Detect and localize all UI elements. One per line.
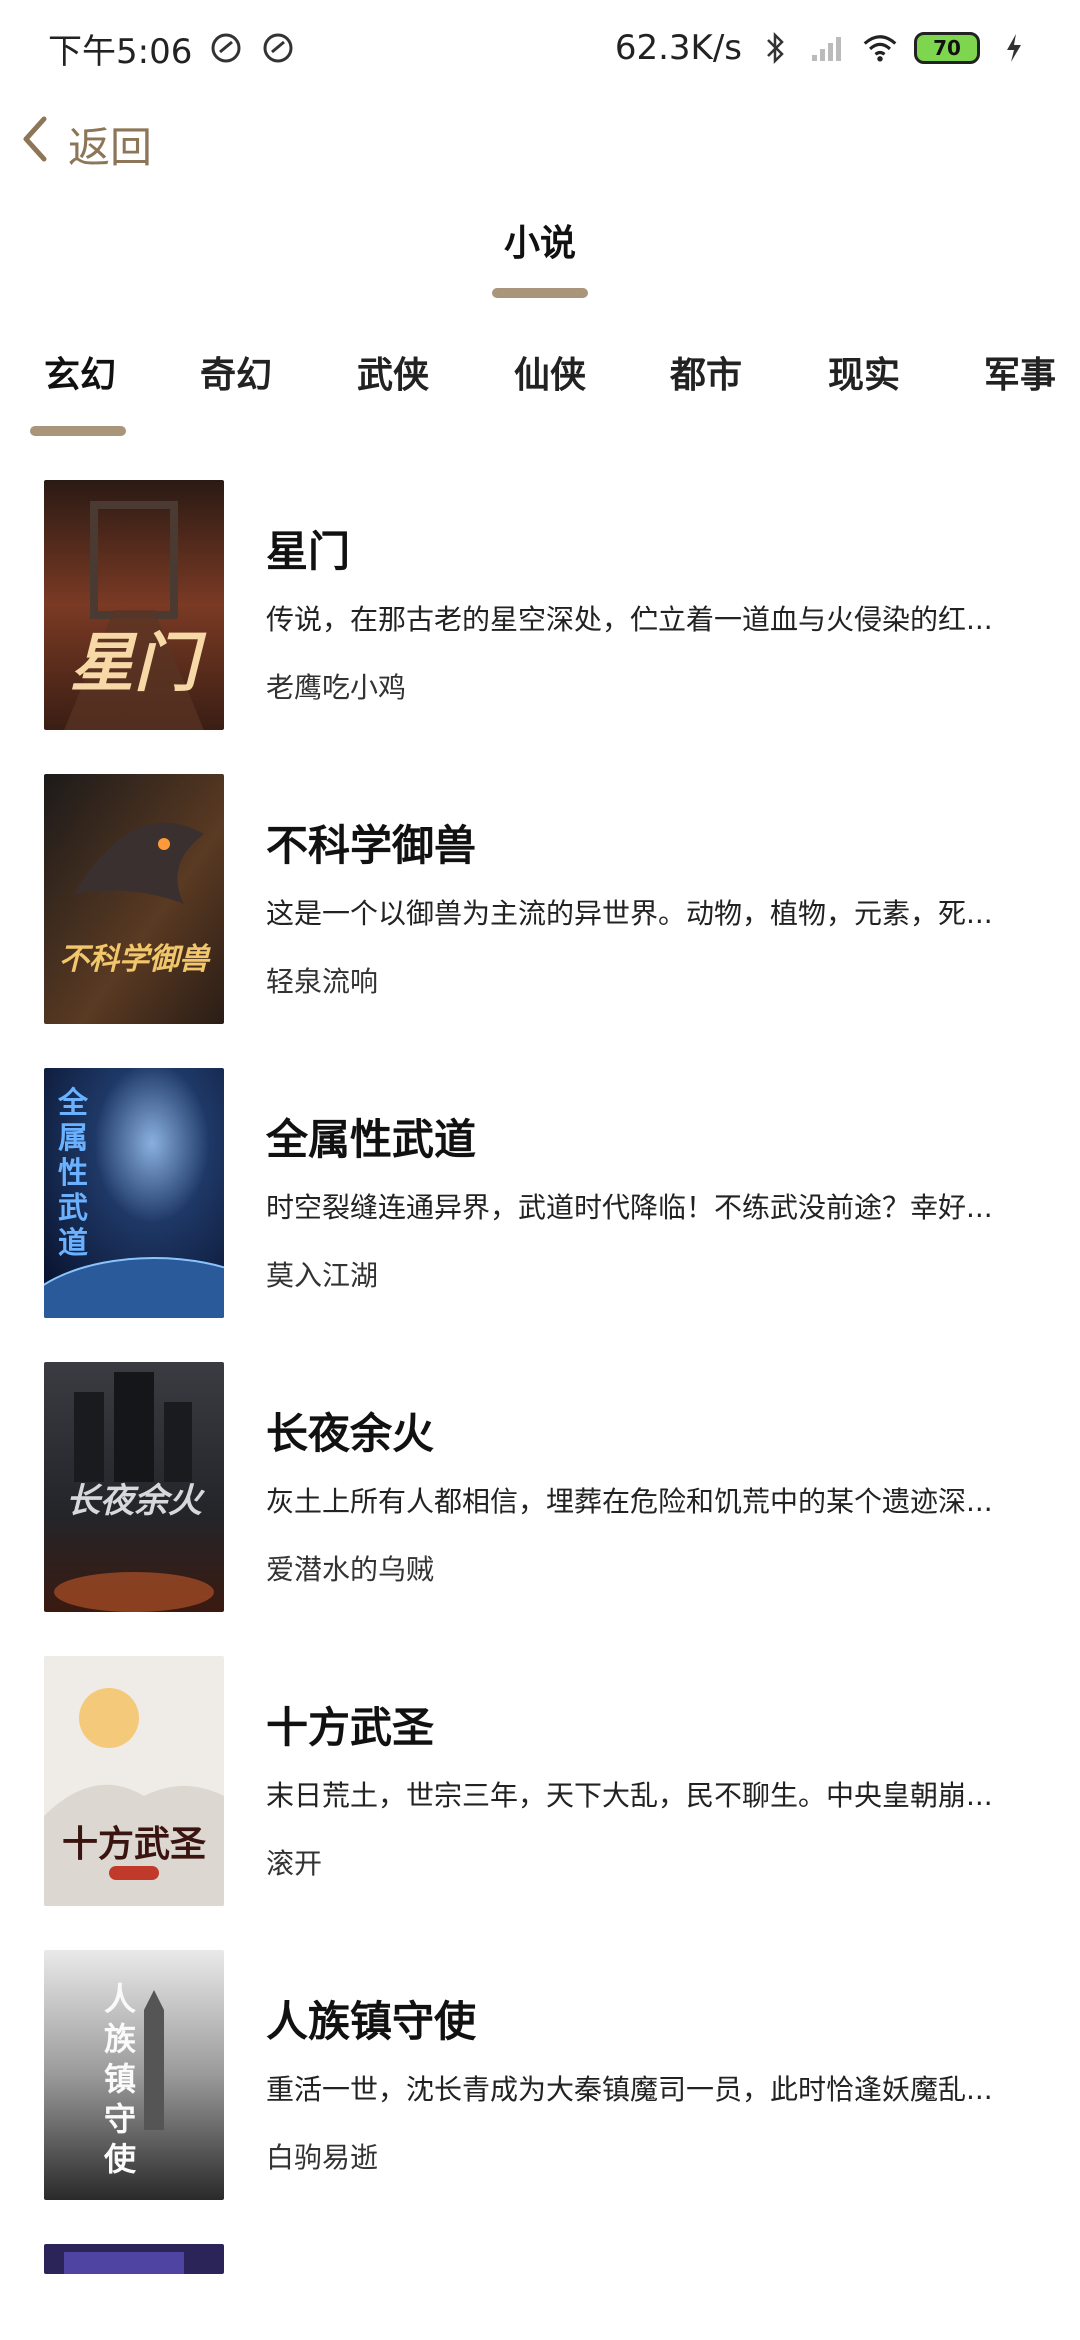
main-tab-label: 小说 xyxy=(503,223,576,264)
svg-text:长夜余火: 长夜余火 xyxy=(66,1481,206,1521)
network-speed: 62.3K/s xyxy=(614,28,742,68)
book-title: 全属性武道 xyxy=(266,1115,477,1164)
status-time: 下午5:06 xyxy=(48,31,193,72)
main-tab-indicator xyxy=(492,288,588,298)
tab-dushi[interactable]: 都市 xyxy=(670,346,742,398)
tab-wuxia[interactable]: 武侠 xyxy=(357,346,429,398)
tab-junshi[interactable]: 军事 xyxy=(984,346,1056,398)
list-item[interactable]: 不科学御兽 不科学御兽 这是一个以御兽为主流的异世界。动物，植物，元素，死...… xyxy=(0,764,1080,1024)
book-description: 灰土上所有人都相信，埋葬在危险和饥荒中的某个遗迹深... xyxy=(266,1485,993,1518)
charging-icon xyxy=(996,30,1032,66)
svg-text:道: 道 xyxy=(58,1226,88,1261)
list-item[interactable]: 星门 星门 传说，在那古老的星空深处，伫立着一道血与火侵染的红... 老鹰吃小鸡 xyxy=(0,470,1080,730)
main-tab[interactable]: 小说 xyxy=(0,200,1080,310)
signal-icon xyxy=(810,30,846,66)
back-button[interactable]: 返回 xyxy=(14,102,152,186)
header: 返回 xyxy=(0,96,1080,192)
book-author: 老鹰吃小鸡 xyxy=(266,671,407,704)
book-title: 人族镇守使 xyxy=(266,1997,477,2046)
book-author: 滚开 xyxy=(266,1847,323,1880)
book-cover: 全 属 性 武 道 xyxy=(44,1068,224,1318)
book-author: 爱潜水的乌贼 xyxy=(266,1553,435,1586)
book-title: 十方武圣 xyxy=(266,1703,435,1752)
svg-text:人: 人 xyxy=(104,1980,136,2018)
book-description: 时空裂缝连通异界，武道时代降临！不练武没前途？幸好... xyxy=(266,1191,993,1224)
book-cover: 不科学御兽 xyxy=(44,774,224,1024)
svg-text:全: 全 xyxy=(57,1086,89,1121)
category-tabs: 玄幻 奇幻 武侠 仙侠 都市 现实 军事 xyxy=(0,320,1080,450)
tab-xuanhuan[interactable]: 玄幻 xyxy=(44,346,116,398)
back-label: 返回 xyxy=(68,122,153,172)
list-item[interactable]: 人 族 镇 守 使 人族镇守使 重活一世，沈长青成为大秦镇魔司一员，此时恰逢妖魔… xyxy=(0,1940,1080,2200)
svg-text:镇: 镇 xyxy=(104,2060,136,2098)
book-cover: 长夜余火 xyxy=(44,1362,224,1612)
chevron-left-icon xyxy=(14,109,58,179)
list-item[interactable]: 全 属 性 武 道 全属性武道 时空裂缝连通异界，武道时代降临！不练武没前途？幸… xyxy=(0,1058,1080,1318)
book-description: 末日荒土，世宗三年，天下大乱，民不聊生。中央皇朝崩... xyxy=(266,1779,993,1812)
book-author: 白驹易逝 xyxy=(266,2141,379,2174)
list-item[interactable]: 十方武圣 十方武圣 末日荒土，世宗三年，天下大乱，民不聊生。中央皇朝崩... 滚… xyxy=(0,1646,1080,1906)
svg-text:星门: 星门 xyxy=(70,626,207,701)
category-tab-indicator xyxy=(30,426,126,436)
tab-xianxia[interactable]: 仙侠 xyxy=(514,346,586,398)
status-bar: 下午5:06 62.3K/s 70 xyxy=(0,0,1080,96)
book-description: 传说，在那古老的星空深处，伫立着一道血与火侵染的红... xyxy=(266,603,993,636)
book-cover: 星门 xyxy=(44,480,224,730)
notification-icon xyxy=(260,30,296,66)
svg-text:使: 使 xyxy=(103,2140,137,2178)
book-description: 重活一世，沈长青成为大秦镇魔司一员，此时恰逢妖魔乱... xyxy=(266,2073,993,2106)
svg-text:族: 族 xyxy=(104,2020,137,2058)
book-cover xyxy=(44,2244,224,2274)
list-item[interactable] xyxy=(0,2234,1080,2274)
status-right: 62.3K/s 70 xyxy=(615,28,1032,68)
book-cover: 人 族 镇 守 使 xyxy=(44,1950,224,2200)
svg-text:属: 属 xyxy=(58,1121,88,1156)
svg-text:守: 守 xyxy=(104,2100,136,2138)
book-title: 星门 xyxy=(266,527,351,576)
svg-text:十方武圣: 十方武圣 xyxy=(62,1823,206,1865)
book-cover: 十方武圣 xyxy=(44,1656,224,1906)
tab-qihuan[interactable]: 奇幻 xyxy=(200,346,272,398)
svg-text:性: 性 xyxy=(58,1156,88,1191)
svg-text:武: 武 xyxy=(58,1191,88,1226)
book-title: 不科学御兽 xyxy=(266,821,477,870)
battery-icon: 70 xyxy=(914,32,980,64)
notification-icon xyxy=(208,30,244,66)
bluetooth-icon xyxy=(758,30,794,66)
book-author: 莫入江湖 xyxy=(266,1259,379,1292)
list-item[interactable]: 长夜余火 长夜余火 灰土上所有人都相信，埋葬在危险和饥荒中的某个遗迹深... 爱… xyxy=(0,1352,1080,1612)
app-screen: 下午5:06 62.3K/s 70 返回 小说 玄幻 奇幻 武侠 仙侠 都市 现… xyxy=(0,0,1080,2340)
wifi-icon xyxy=(862,30,898,66)
book-description: 这是一个以御兽为主流的异世界。动物，植物，元素，死... xyxy=(266,897,993,930)
tab-xianshi[interactable]: 现实 xyxy=(828,346,900,398)
book-author: 轻泉流响 xyxy=(266,965,379,998)
svg-text:不科学御兽: 不科学御兽 xyxy=(59,942,211,977)
status-left: 下午5:06 xyxy=(48,24,296,73)
book-title: 长夜余火 xyxy=(266,1409,435,1458)
